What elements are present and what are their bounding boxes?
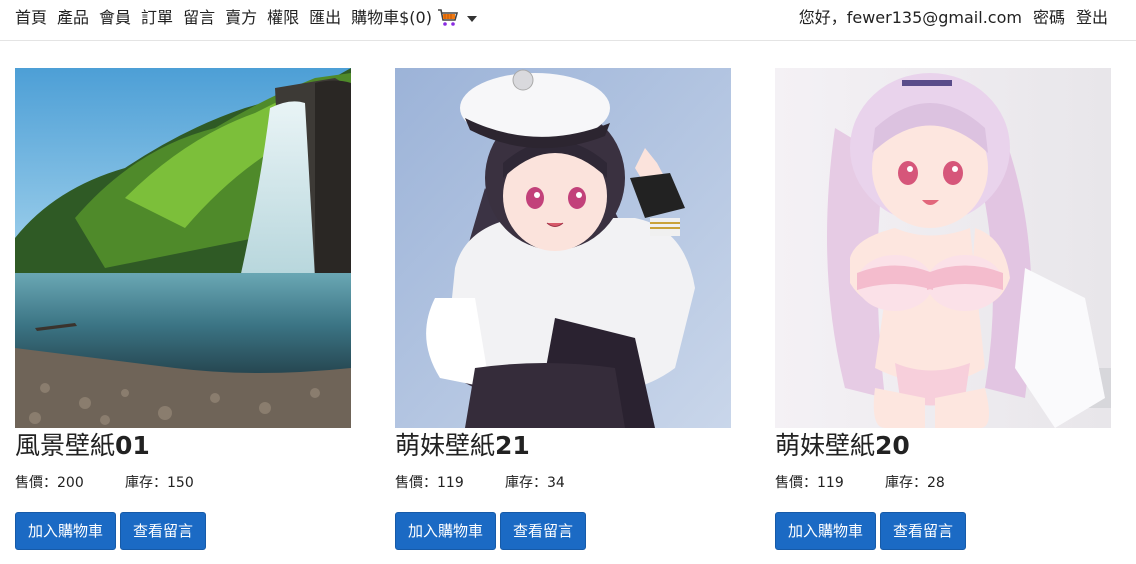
- caret-down-icon[interactable]: [466, 16, 477, 22]
- product-title: 萌妹壁紙21: [395, 430, 731, 462]
- view-comments-button[interactable]: 查看留言: [880, 512, 967, 550]
- product-price: 售價：200: [15, 475, 84, 491]
- product-actions: 加入購物車 查看留言: [395, 512, 731, 550]
- product-name: 風景壁紙: [15, 431, 116, 460]
- product-title: 萌妹壁紙20: [775, 430, 1111, 462]
- product-stock: 庫存：34: [505, 475, 565, 491]
- add-to-cart-button[interactable]: 加入購物車: [15, 512, 117, 550]
- product-image[interactable]: [395, 68, 731, 428]
- product-stock: 庫存：150: [125, 475, 194, 491]
- product-stock: 庫存：28: [885, 475, 945, 491]
- product-meta: 售價：200 庫存：150: [15, 474, 351, 492]
- nav-permissions[interactable]: 權限: [267, 7, 299, 29]
- logout-link[interactable]: 登出: [1076, 7, 1108, 29]
- product-price: 售價：119: [395, 475, 464, 491]
- password-link[interactable]: 密碼: [1033, 7, 1065, 29]
- nav-messages[interactable]: 留言: [183, 7, 215, 29]
- product-number: 21: [495, 431, 530, 460]
- product-price: 售價：119: [775, 475, 844, 491]
- nav-members[interactable]: 會員: [99, 7, 131, 29]
- product-actions: 加入購物車 查看留言: [15, 512, 351, 550]
- nav-home[interactable]: 首頁: [15, 7, 47, 29]
- shopping-cart-icon: [437, 9, 459, 26]
- product-meta: 售價：119 庫存：34: [395, 474, 731, 492]
- product-number: 01: [115, 431, 150, 460]
- nav-cart[interactable]: 購物車$(0): [351, 7, 459, 29]
- nav-sellers[interactable]: 賣方: [225, 7, 257, 29]
- product-image[interactable]: [15, 68, 351, 428]
- view-comments-button[interactable]: 查看留言: [120, 512, 207, 550]
- product-number: 20: [875, 431, 910, 460]
- product-card: 萌妹壁紙21 售價：119 庫存：34 加入購物車 查看留言: [395, 68, 731, 550]
- cart-label: 購物車$(0): [351, 8, 432, 27]
- product-image[interactable]: [775, 68, 1111, 428]
- nav-products[interactable]: 產品: [57, 7, 89, 29]
- nav-orders[interactable]: 訂單: [141, 7, 173, 29]
- product-title: 風景壁紙01: [15, 430, 351, 462]
- product-card: 萌妹壁紙20 售價：119 庫存：28 加入購物車 查看留言: [775, 68, 1111, 550]
- top-navbar: 首頁 產品 會員 訂單 留言 賣方 權限 匯出 購物車$(0) 您好，fewer…: [0, 0, 1136, 41]
- user-greeting: 您好，fewer135@gmail.com: [798, 8, 1022, 27]
- product-actions: 加入購物車 查看留言: [775, 512, 1111, 550]
- product-meta: 售價：119 庫存：28: [775, 474, 1111, 492]
- product-name: 萌妹壁紙: [775, 431, 876, 460]
- add-to-cart-button[interactable]: 加入購物車: [775, 512, 877, 550]
- nav-left: 首頁 產品 會員 訂單 留言 賣方 權限 匯出 購物車$(0): [15, 7, 477, 29]
- add-to-cart-button[interactable]: 加入購物車: [395, 512, 497, 550]
- product-card: 風景壁紙01 售價：200 庫存：150 加入購物車 查看留言: [15, 68, 351, 550]
- nav-right: 您好，fewer135@gmail.com 密碼 登出: [799, 7, 1108, 29]
- product-name: 萌妹壁紙: [395, 431, 496, 460]
- nav-export[interactable]: 匯出: [309, 7, 341, 29]
- view-comments-button[interactable]: 查看留言: [500, 512, 587, 550]
